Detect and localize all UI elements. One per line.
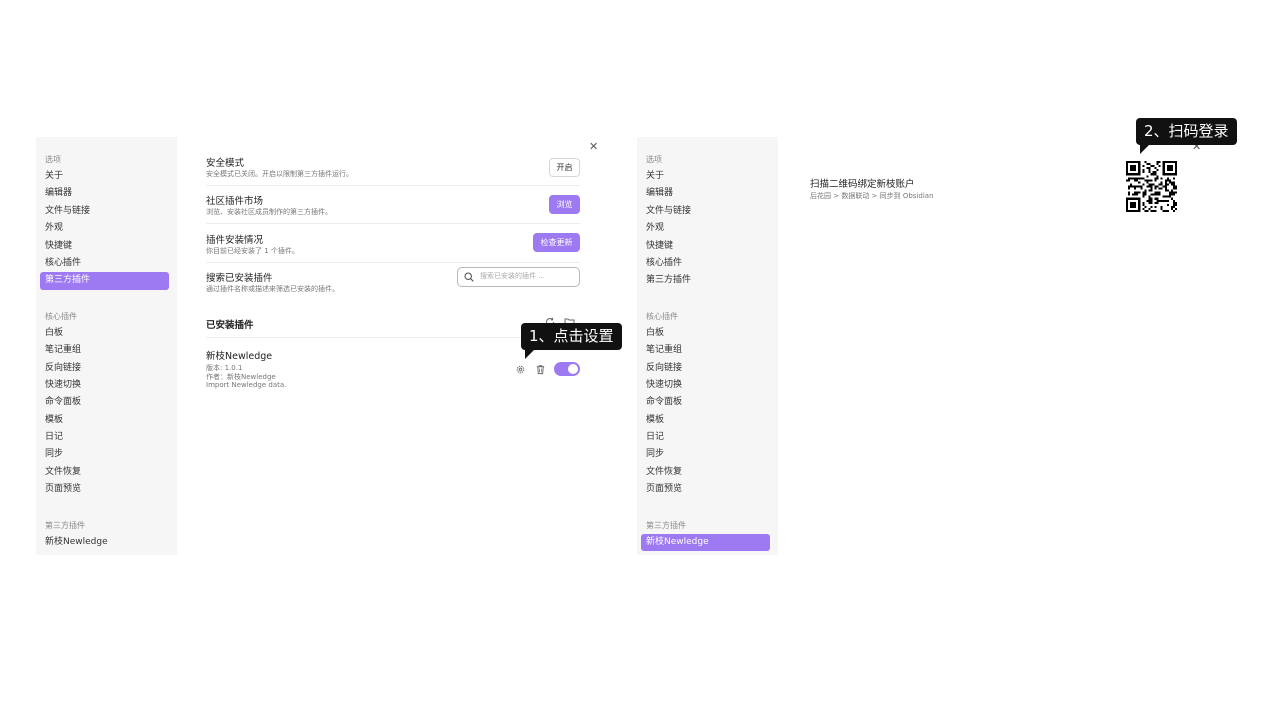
callout-click-settings: 1、点击设置 xyxy=(521,323,622,359)
sidebar-item-option-6[interactable]: 第三方插件 xyxy=(641,272,770,289)
sidebar-item-core-9[interactable]: 页面预览 xyxy=(641,481,770,498)
setting-desc: 通过插件名称或描述来筛选已安装的插件。 xyxy=(206,285,339,293)
sidebar-item-third-0[interactable]: 新枝Newledge xyxy=(641,533,770,552)
check-updates-button[interactable]: 检查更新 xyxy=(533,233,580,252)
setting-name: 社区插件市场 xyxy=(206,196,264,207)
sidebar-item-core-6[interactable]: 日记 xyxy=(641,429,770,446)
sidebar-section-core: 核心插件 xyxy=(646,311,678,321)
sidebar-item-core-6[interactable]: 日记 xyxy=(40,429,169,446)
installed-plugins-title: 已安装插件 xyxy=(206,320,254,331)
sidebar-item-core-1[interactable]: 笔记重组 xyxy=(40,342,169,359)
setting-name: 搜索已安装插件 xyxy=(206,273,273,284)
sidebar-item-option-4[interactable]: 快捷键 xyxy=(641,238,770,255)
sidebar-item-core-2[interactable]: 反向链接 xyxy=(40,360,169,377)
sidebar-item-core-3[interactable]: 快速切换 xyxy=(40,377,169,394)
sidebar-item-option-5[interactable]: 核心插件 xyxy=(641,255,770,272)
browse-button[interactable]: 浏览 xyxy=(549,195,580,214)
sidebar-item-core-2[interactable]: 反向链接 xyxy=(641,360,770,377)
callout-text: 2、扫码登录 xyxy=(1144,122,1229,140)
plugin-description: Import Newledge data. xyxy=(206,381,287,389)
sidebar-item-option-3[interactable]: 外观 xyxy=(40,220,169,237)
sidebar-item-core-9[interactable]: 页面预览 xyxy=(40,481,169,498)
enable-safe-mode-button[interactable]: 开启 xyxy=(549,158,580,177)
sidebar-item-option-3[interactable]: 外观 xyxy=(641,220,770,237)
setting-desc: 浏览、安装社区成员制作的第三方插件。 xyxy=(206,208,332,216)
callout-tail xyxy=(525,350,534,359)
sidebar-item-core-7[interactable]: 同步 xyxy=(641,446,770,463)
sidebar-item-core-4[interactable]: 命令面板 xyxy=(40,394,169,411)
callout-scan-login: 2、扫码登录 xyxy=(1136,118,1237,154)
setting-desc: 你目前已经安装了 1 个插件。 xyxy=(206,247,299,255)
search-icon xyxy=(464,272,474,282)
sidebar-section-options: 选项 xyxy=(646,155,662,164)
bind-account-title: 扫描二维码绑定新枝账户 xyxy=(810,179,915,190)
setting-safe-mode: 安全模式 安全模式已关闭。开启以限制第三方插件运行。 开启 xyxy=(206,155,580,186)
setting-community-market: 社区插件市场 浏览、安装社区成员制作的第三方插件。 浏览 xyxy=(206,193,580,224)
sidebar-item-option-2[interactable]: 文件与链接 xyxy=(641,203,770,220)
sidebar-item-option-4[interactable]: 快捷键 xyxy=(40,238,169,255)
sidebar-item-core-5[interactable]: 模板 xyxy=(40,412,169,429)
trash-icon[interactable] xyxy=(535,364,546,375)
sidebar-item-option-0[interactable]: 关于 xyxy=(641,168,770,185)
setting-search-installed: 搜索已安装插件 通过插件名称或描述来筛选已安装的插件。 搜索已安装的插件 ... xyxy=(206,267,580,300)
sidebar-item-core-5[interactable]: 模板 xyxy=(641,412,770,429)
sidebar-section-core: 核心插件 xyxy=(45,311,77,321)
plugin-enable-toggle[interactable] xyxy=(554,362,580,376)
setting-name: 插件安装情况 xyxy=(206,235,264,246)
bind-account-path: 后花园 > 数据联动 > 同步到 Obsidian xyxy=(810,192,934,200)
search-placeholder: 搜索已安装的插件 ... xyxy=(480,272,545,280)
sidebar-item-core-1[interactable]: 笔记重组 xyxy=(641,342,770,359)
sidebar-item-core-8[interactable]: 文件恢复 xyxy=(641,464,770,481)
settings-sidebar: 选项 关于 编辑器 文件与链接 外观 快捷键 核心插件 第三方插件 核心插件 白板 笔记重组反… xyxy=(637,137,778,555)
sidebar-item-option-2[interactable]: 文件与链接 xyxy=(40,203,169,220)
sidebar-item-core-4[interactable]: 命令面板 xyxy=(641,394,770,411)
close-icon[interactable]: ✕ xyxy=(589,140,598,153)
gear-icon[interactable] xyxy=(515,364,526,375)
sidebar-item-core-0[interactable]: 白板 xyxy=(40,325,169,342)
sidebar-item-core-0[interactable]: 白板 xyxy=(641,325,770,342)
sidebar-item-option-0[interactable]: 关于 xyxy=(40,168,169,185)
setting-desc: 安全模式已关闭。开启以限制第三方插件运行。 xyxy=(206,170,353,178)
sidebar-item-core-8[interactable]: 文件恢复 xyxy=(40,464,169,481)
sidebar-item-option-5[interactable]: 核心插件 xyxy=(40,255,169,272)
callout-tail xyxy=(1140,145,1149,154)
settings-sidebar: 选项 关于 编辑器 文件与链接 外观 快捷键 核心插件 第三方插件 核心插件 白板 笔记重组反… xyxy=(36,137,177,555)
sidebar-section-third: 第三方插件 xyxy=(45,520,85,530)
qr-code xyxy=(1126,161,1177,212)
sidebar-item-option-1[interactable]: 编辑器 xyxy=(40,185,169,202)
sidebar-section-third: 第三方插件 xyxy=(646,520,686,530)
sidebar-item-option-6[interactable]: 第三方插件 xyxy=(40,272,169,290)
setting-name: 安全模式 xyxy=(206,158,245,169)
callout-text: 1、点击设置 xyxy=(529,327,614,345)
search-installed-input[interactable]: 搜索已安装的插件 ... xyxy=(457,267,580,287)
sidebar-item-core-7[interactable]: 同步 xyxy=(40,446,169,463)
sidebar-item-third-0[interactable]: 新枝Newledge xyxy=(40,534,169,551)
sidebar-item-option-1[interactable]: 编辑器 xyxy=(641,185,770,202)
plugin-name: 新枝Newledge xyxy=(206,351,273,362)
sidebar-section-options: 选项 xyxy=(45,155,61,164)
sidebar-item-core-3[interactable]: 快速切换 xyxy=(641,377,770,394)
setting-install-status: 插件安装情况 你目前已经安装了 1 个插件。 检查更新 xyxy=(206,232,580,263)
plugin-item-newledge: 新枝Newledge 版本: 1.0.1 作者：新枝Newledge Impor… xyxy=(206,348,580,393)
